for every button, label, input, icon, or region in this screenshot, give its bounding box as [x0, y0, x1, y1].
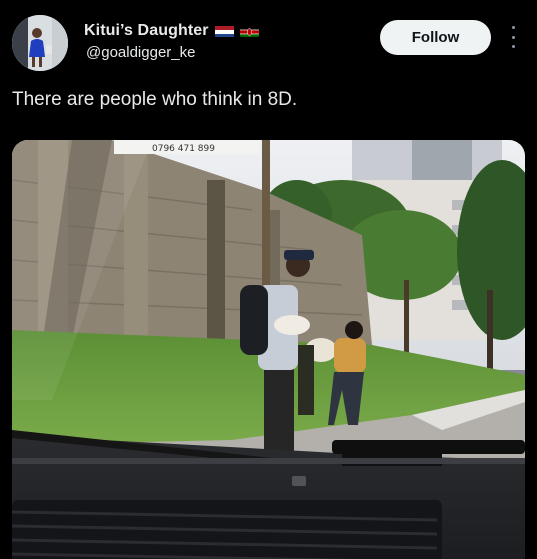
tweet-card: Kitui’s Daughter @goaldigger_ke Follow T… — [0, 0, 537, 559]
more-vertical-icon[interactable] — [506, 26, 520, 48]
follow-button[interactable]: Follow — [380, 20, 491, 55]
tweet-text: There are people who think in 8D. — [12, 89, 298, 110]
kenya-flag-icon — [239, 25, 259, 37]
author-display-name[interactable]: Kitui’s Daughter — [84, 22, 209, 40]
netherlands-flag-icon — [214, 25, 234, 37]
avatar[interactable] — [12, 15, 68, 71]
author-handle[interactable]: @goaldigger_ke — [86, 44, 195, 61]
tweet-photo[interactable]: 0796 471 899 — [12, 140, 525, 559]
author-name-row: Kitui’s Daughter — [84, 22, 259, 40]
sign-text: 0796 471 899 — [152, 144, 215, 154]
